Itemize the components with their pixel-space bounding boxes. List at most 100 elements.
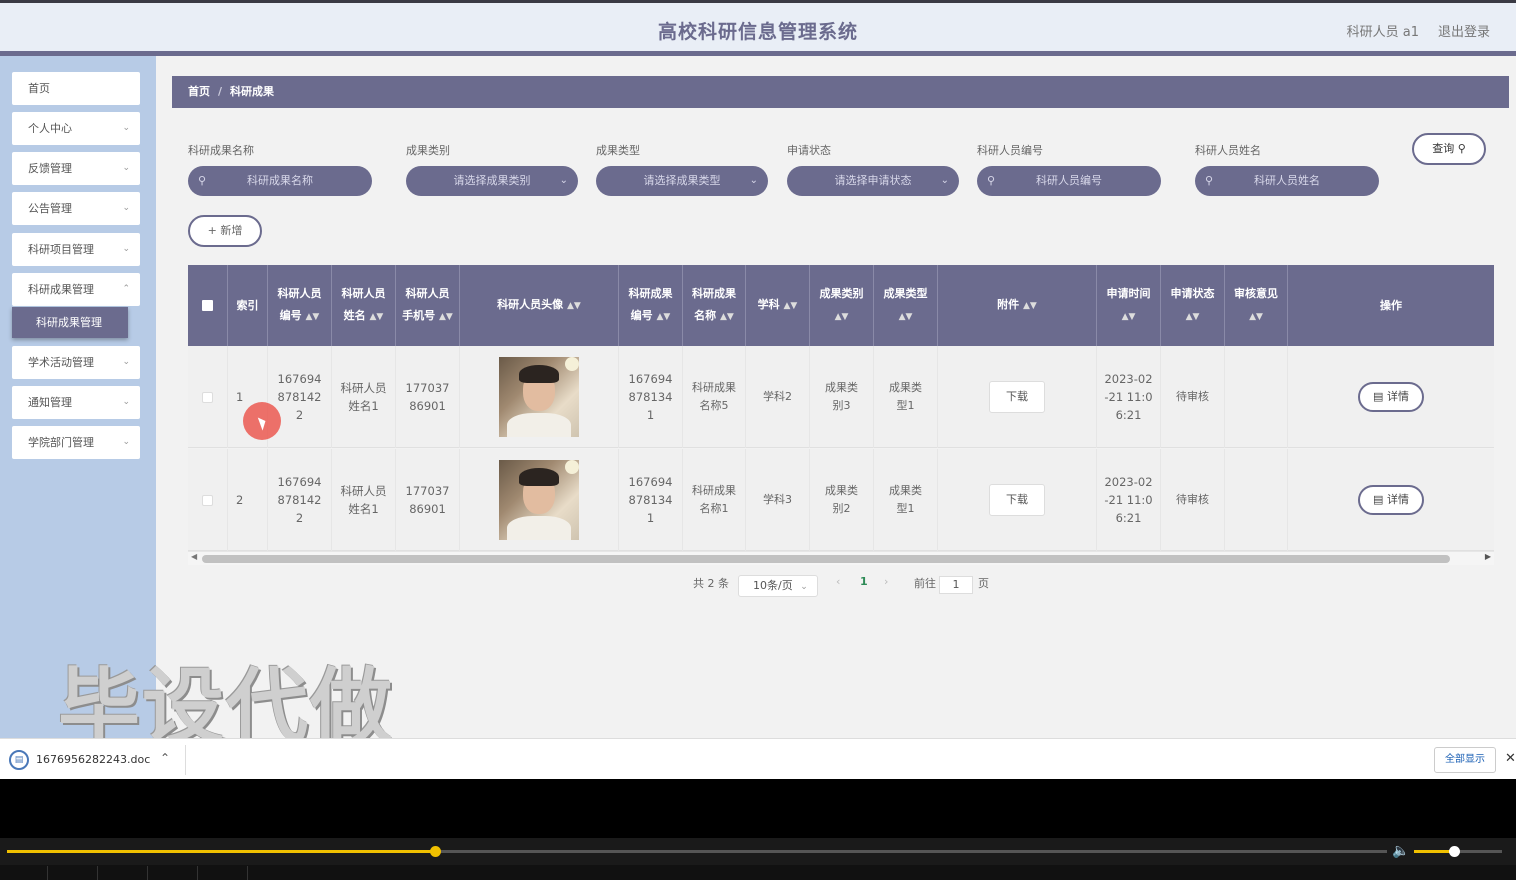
downloaded-file[interactable]: 1676956282243.doc [36, 753, 150, 766]
player-button[interactable] [150, 866, 198, 880]
player-button[interactable] [50, 866, 98, 880]
scroll-right-icon[interactable]: ▶ [1485, 552, 1491, 561]
col-opinion[interactable]: 审核意见 ▲▼ [1225, 265, 1288, 346]
divider [185, 745, 186, 775]
col-status[interactable]: 申请状态 ▲▼ [1161, 265, 1225, 346]
sidebar-item-feedback[interactable]: 反馈管理 ⌄ [12, 152, 140, 185]
search-icon: ⚲ [1457, 142, 1466, 155]
sidebar-item-projects[interactable]: 科研项目管理 ⌄ [12, 233, 140, 266]
player-button[interactable] [200, 866, 248, 880]
cell-result-no: 1676948781341 [619, 449, 683, 551]
avatar[interactable] [499, 357, 579, 437]
col-result-name[interactable]: 科研成果名称 ▲▼ [683, 265, 746, 346]
next-page-icon[interactable]: › [884, 575, 888, 588]
volume-handle[interactable] [1449, 846, 1460, 857]
col-avatar[interactable]: 科研人员头像 ▲▼ [460, 265, 619, 346]
chevron-down-icon: ⌄ [122, 123, 130, 133]
sort-icon: ▲▼ [369, 312, 384, 322]
download-button[interactable]: 下载 [989, 381, 1045, 413]
query-button-label: 查询 [1432, 142, 1455, 155]
staff-name-search-input[interactable]: ⚲ 科研人员姓名 [1195, 166, 1379, 196]
download-button[interactable]: 下载 [989, 484, 1045, 516]
cell-attachment: 下载 [938, 346, 1097, 448]
show-all-button[interactable]: 全部显示 [1434, 747, 1496, 773]
col-attachment[interactable]: 附件 ▲▼ [938, 265, 1097, 346]
sidebar-subitem-results-management[interactable]: 科研成果管理 [12, 307, 128, 338]
sort-icon: ▲▼ [567, 301, 581, 311]
sidebar-item-label: 首页 [28, 82, 50, 95]
page-number-current[interactable]: 1 [860, 575, 868, 588]
sidebar-item-notices[interactable]: 通知管理 ⌄ [12, 386, 140, 419]
sidebar-item-personal-center[interactable]: 个人中心 ⌄ [12, 112, 140, 145]
select-all-checkbox[interactable] [188, 265, 228, 346]
col-staff-no[interactable]: 科研人员编号 ▲▼ [268, 265, 332, 346]
chevron-up-icon[interactable]: ⌃ [160, 751, 170, 765]
volume-icon[interactable]: 🔈 [1392, 843, 1409, 859]
cell-category: 成果类别3 [810, 346, 874, 448]
current-user-label[interactable]: 科研人员 a1 [1347, 21, 1419, 40]
main-content: 首页 / 科研成果 科研成果名称 ⚲ 科研成果名称 成果类别 请选择成果类别 ⌄ 成果类… [156, 56, 1516, 738]
col-category[interactable]: 成果类别 ▲▼ [810, 265, 874, 346]
table-row: 2 1676948781422 科研人员姓名1 17703786901 1676… [188, 449, 1494, 551]
prev-page-icon[interactable]: ‹ [836, 575, 840, 588]
select-placeholder: 请选择申请状态 [834, 174, 912, 187]
row-checkbox[interactable] [188, 346, 228, 448]
logout-link[interactable]: 退出登录 [1438, 21, 1490, 40]
table-horizontal-scrollbar[interactable]: ◀ ▶ [188, 551, 1494, 565]
sort-icon: ▲▼ [720, 312, 734, 322]
sidebar-item-label: 科研成果管理 [28, 283, 94, 296]
sort-icon: ▲▼ [305, 312, 320, 322]
add-button[interactable]: + 新增 [188, 215, 262, 247]
type-select[interactable]: 请选择成果类型 ⌄ [596, 166, 768, 196]
breadcrumb-separator: / [218, 85, 223, 98]
chevron-down-icon: ⌄ [122, 203, 130, 213]
chevron-down-icon: ⌄ [122, 163, 130, 173]
scroll-left-icon[interactable]: ◀ [191, 552, 197, 561]
result-name-search-input[interactable]: ⚲ 科研成果名称 [188, 166, 372, 196]
chevron-down-icon: ⌄ [800, 582, 808, 592]
avatar[interactable] [499, 460, 579, 540]
cell-staff-no: 1676948781422 [268, 346, 332, 448]
query-button[interactable]: 查询 ⚲ [1412, 133, 1486, 165]
cell-subject: 学科3 [746, 449, 810, 551]
category-select[interactable]: 请选择成果类别 ⌄ [406, 166, 578, 196]
col-result-no[interactable]: 科研成果编号 ▲▼ [619, 265, 683, 346]
breadcrumb-home[interactable]: 首页 [188, 85, 210, 98]
cell-type: 成果类型1 [874, 346, 938, 448]
plus-icon: + [207, 224, 217, 237]
sidebar-item-label: 反馈管理 [28, 162, 72, 175]
page-suffix: 页 [978, 577, 989, 590]
cell-opinion [1225, 346, 1288, 448]
goto-page-input[interactable]: 1 [939, 576, 973, 594]
sidebar-item-label: 学术活动管理 [28, 356, 94, 369]
sidebar-item-label: 学院部门管理 [28, 436, 94, 449]
sort-icon: ▲▼ [898, 312, 913, 322]
sidebar-item-academic-activities[interactable]: 学术活动管理 ⌄ [12, 346, 140, 379]
col-staff-name[interactable]: 科研人员姓名 ▲▼ [332, 265, 396, 346]
status-select[interactable]: 请选择申请状态 ⌄ [787, 166, 959, 196]
col-index: 索引 [228, 265, 268, 346]
select-placeholder: 请选择成果类型 [643, 174, 721, 187]
col-type[interactable]: 成果类型 ▲▼ [874, 265, 938, 346]
detail-button[interactable]: ▤ 详情 [1358, 382, 1424, 412]
sidebar-item-departments[interactable]: 学院部门管理 ⌄ [12, 426, 140, 459]
staff-no-search-input[interactable]: ⚲ 科研人员编号 [977, 166, 1161, 196]
cell-type: 成果类型1 [874, 449, 938, 551]
player-button[interactable] [0, 866, 48, 880]
close-icon[interactable]: ✕ [1505, 751, 1516, 766]
page-size-select[interactable]: 10条/页 ⌄ [738, 575, 818, 597]
filter-label-type: 成果类型 [596, 144, 640, 157]
chevron-down-icon: ⌄ [122, 437, 130, 447]
scrollbar-thumb[interactable] [202, 555, 1450, 563]
col-subject[interactable]: 学科 ▲▼ [746, 265, 810, 346]
volume-fill [1414, 850, 1454, 853]
sidebar-item-results[interactable]: 科研成果管理 ⌃ [12, 273, 140, 306]
row-checkbox[interactable] [188, 449, 228, 551]
col-apply-time[interactable]: 申请时间 ▲▼ [1097, 265, 1161, 346]
sidebar-item-home[interactable]: 首页 [12, 72, 140, 105]
player-button[interactable] [100, 866, 148, 880]
col-phone[interactable]: 科研人员手机号 ▲▼ [396, 265, 460, 346]
detail-button[interactable]: ▤ 详情 [1358, 485, 1424, 515]
sidebar-item-announcements[interactable]: 公告管理 ⌄ [12, 192, 140, 225]
seek-handle[interactable] [430, 846, 441, 857]
